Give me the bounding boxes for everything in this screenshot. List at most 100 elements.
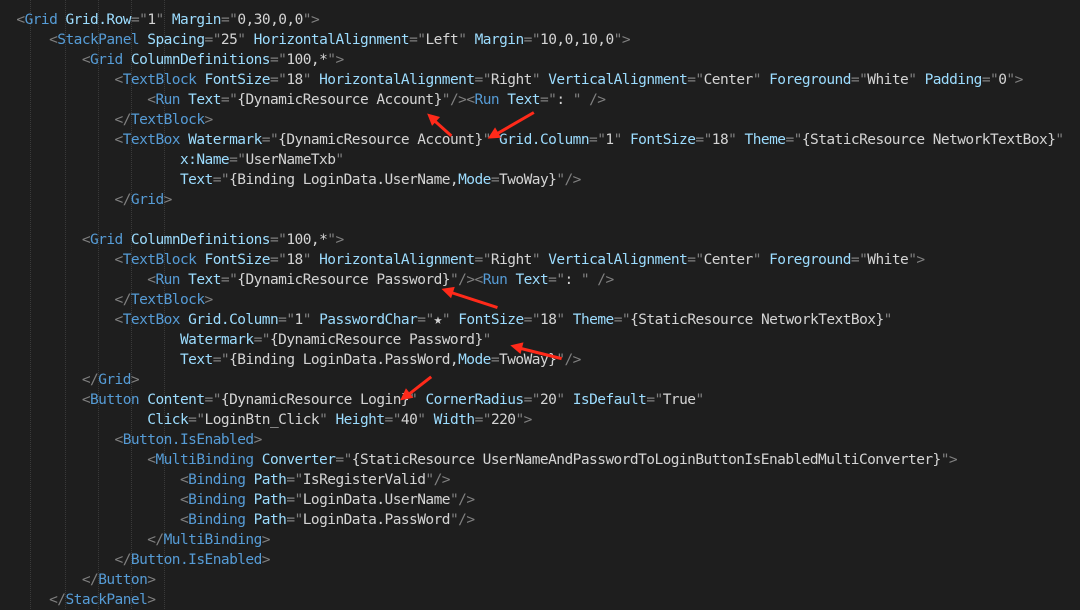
code-attribute-name: Grid.Row — [65, 12, 131, 28]
code-attribute-value: {StaticResource UserNameAndPasswordToLog… — [351, 452, 942, 468]
code-line[interactable]: </Grid> — [0, 370, 1080, 390]
code-line[interactable]: </Button.IsEnabled> — [0, 550, 1080, 570]
code-attribute-name: VerticalAlignment — [548, 72, 688, 88]
code-line[interactable]: <TextBox Grid.Column="1" PasswordChar="★… — [0, 310, 1080, 330]
code-tag-name: Binding — [188, 492, 246, 508]
code-attribute-value: White — [867, 72, 909, 88]
code-line[interactable]: <TextBlock FontSize="18" HorizontalAlign… — [0, 250, 1080, 270]
code-punctuation: " — [556, 312, 565, 328]
code-punctuation: </ — [114, 192, 132, 208]
code-tag-name: Binding — [188, 512, 246, 528]
code-attribute-value: {DynamicResource Password} — [237, 272, 450, 288]
code-line[interactable]: <Button.IsEnabled> — [0, 430, 1080, 450]
code-tag-name: TextBox — [122, 132, 181, 148]
code-punctuation: < — [114, 72, 124, 88]
code-attribute-value: 1 — [605, 132, 614, 148]
code-attribute-value: Right — [490, 252, 532, 268]
code-punctuation: " — [155, 12, 165, 28]
code-attribute-value: LoginData.UserName — [302, 492, 451, 508]
code-line[interactable]: <Grid Grid.Row="1" Margin="0,30,0,0"> — [0, 10, 1080, 30]
code-line[interactable]: </Grid> — [0, 190, 1080, 210]
code-punctuation: " — [613, 132, 623, 148]
code-line[interactable]: </TextBlock> — [0, 110, 1080, 130]
code-punctuation: "> — [327, 52, 344, 68]
code-attribute-value: {Binding LoginData.UserName, — [229, 172, 459, 188]
code-attribute-name: Click — [147, 412, 189, 428]
code-line[interactable]: <MultiBinding Converter="{StaticResource… — [0, 450, 1080, 470]
code-attribute-name: CornerRadius — [425, 392, 524, 408]
code-punctuation: =" — [523, 32, 541, 48]
code-line[interactable]: <Grid ColumnDefinitions="100,*"> — [0, 50, 1080, 70]
code-editor[interactable]: <Grid Grid.Row="1" Margin="0,30,0,0"> <S… — [0, 0, 1080, 609]
code-line[interactable]: Click="LoginBtn_Click" Height="40" Width… — [0, 410, 1080, 430]
code-line[interactable]: </StackPanel> — [0, 590, 1080, 610]
code-punctuation: =" — [548, 272, 565, 288]
code-attribute-name: Margin — [171, 12, 222, 28]
code-line[interactable]: <StackPanel Spacing="25" HorizontalAlign… — [0, 30, 1080, 50]
code-line[interactable]: </Button> — [0, 570, 1080, 590]
code-punctuation: "> — [908, 252, 925, 268]
code-line[interactable]: </TextBlock> — [0, 290, 1080, 310]
code-attribute-value: 18 — [286, 252, 303, 268]
code-tag-name: Run — [155, 272, 180, 288]
code-attribute-name: x:Name — [179, 152, 230, 168]
code-line[interactable] — [0, 210, 1080, 230]
code-punctuation: =" — [384, 412, 402, 428]
code-attribute-value: {StaticResource NetworkTextBox} — [801, 132, 1056, 148]
code-punctuation: < — [16, 12, 25, 28]
code-punctuation: " — [441, 312, 451, 328]
code-punctuation: =" — [539, 92, 557, 108]
code-punctuation: =" — [130, 12, 148, 28]
code-punctuation: "> — [515, 412, 532, 428]
code-tag-name: Binding — [188, 472, 246, 488]
code-attribute-name: Theme — [572, 312, 614, 328]
code-line[interactable]: Watermark="{DynamicResource Password}" — [0, 330, 1080, 350]
code-line[interactable]: <Binding Path="LoginData.PassWord"/> — [0, 510, 1080, 530]
code-tag-name: TextBox — [122, 312, 181, 328]
code-line[interactable]: <Grid ColumnDefinitions="100,*"> — [0, 230, 1080, 250]
code-line[interactable]: <Binding Path="IsRegisterValid"/> — [0, 470, 1080, 490]
code-attribute-name: Margin — [474, 32, 525, 48]
code-punctuation: </ — [49, 592, 66, 608]
code-punctuation: =" — [212, 352, 230, 368]
code-punctuation: =" — [646, 392, 663, 408]
code-line[interactable]: <Binding Path="LoginData.UserName"/> — [0, 490, 1080, 510]
code-line[interactable]: <TextBox Watermark="{DynamicResource Acc… — [0, 130, 1080, 150]
code-attribute-name: HorizontalAlignment — [319, 72, 475, 88]
code-line[interactable]: <Run Text="{DynamicResource Account}"/><… — [0, 90, 1080, 110]
code-line[interactable]: <Run Text="{DynamicResource Password}"/>… — [0, 270, 1080, 290]
code-attribute-value: 20 — [539, 392, 557, 408]
code-line[interactable]: <TextBlock FontSize="18" HorizontalAlign… — [0, 70, 1080, 90]
code-attribute-value: 40 — [400, 412, 418, 428]
code-attribute-name: Text — [179, 352, 213, 368]
code-punctuation: = — [490, 172, 500, 188]
code-punctuation: /> — [597, 272, 614, 288]
code-punctuation: =" — [204, 32, 222, 48]
code-line[interactable]: <Button Content="{DynamicResource Login}… — [0, 390, 1080, 410]
code-line[interactable]: x:Name="UserNameTxb" — [0, 150, 1080, 170]
code-punctuation: > — [261, 532, 271, 548]
code-attribute-name: Path — [253, 512, 287, 528]
code-attribute-name: HorizontalAlignment — [253, 32, 410, 48]
code-punctuation: =" — [269, 52, 287, 68]
code-line[interactable]: </MultiBinding> — [0, 530, 1080, 550]
code-punctuation: " — [482, 332, 492, 348]
code-line[interactable]: Text="{Binding LoginData.UserName,Mode=T… — [0, 170, 1080, 190]
